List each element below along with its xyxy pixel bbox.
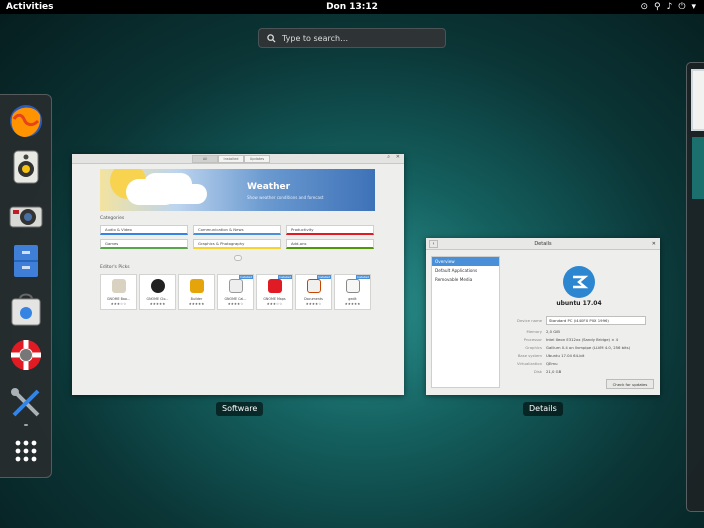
system-tray[interactable]: ⊙ ⚲ ♪ ⏻ ▾ <box>640 0 696 14</box>
window-label-software[interactable]: Software <box>216 402 264 416</box>
info-row: Processor Intel Xeon E312xx (Sandy Bridge… <box>523 337 619 342</box>
top-bar: Activities Don 13:12 ⊙ ⚲ ♪ ⏻ ▾ <box>0 0 704 14</box>
gedit-icon <box>346 279 360 293</box>
info-row: Disk 21,0 GB <box>533 369 562 374</box>
maps-icon <box>268 279 282 293</box>
builder-icon <box>190 279 204 293</box>
window-label-details[interactable]: Details <box>523 402 563 416</box>
clock-icon <box>151 279 165 293</box>
sidebar-item-removable-media[interactable]: Removable Media <box>432 275 499 284</box>
cloud-icon <box>126 179 178 205</box>
details-headerbar: ‹ Details ✕ <box>426 238 660 250</box>
category-productivity[interactable]: Productivity <box>286 225 374 235</box>
tab-installed[interactable]: Installed <box>218 155 244 163</box>
tab-updates[interactable]: Updates <box>244 155 270 163</box>
search-icon[interactable]: ⌕ <box>387 154 390 160</box>
info-row: Virtualization QEmu <box>516 361 558 366</box>
calendar-icon <box>229 279 243 293</box>
close-icon[interactable]: ✕ <box>396 154 400 160</box>
app-tile[interactable]: Installed GNOME Cal... ★★★★☆ <box>217 274 254 310</box>
details-window[interactable]: ‹ Details ✕ Overview Default Application… <box>426 238 660 395</box>
expand-categories-button[interactable] <box>234 255 242 261</box>
back-button[interactable]: ‹ <box>429 240 438 248</box>
app-tile[interactable]: Installed GNOME Maps ★★★☆☆ <box>256 274 293 310</box>
editors-picks-heading: Editor's Picks <box>100 265 130 270</box>
app-tile[interactable]: Installed Documents ★★★★☆ <box>295 274 332 310</box>
cheese-icon[interactable] <box>8 197 44 233</box>
app-tile[interactable]: Builder ★★★★★ <box>178 274 215 310</box>
banner-subtitle: Show weather conditions and forecast <box>247 195 324 200</box>
device-name-row: Device name <box>517 318 542 323</box>
window-title: Details <box>534 241 552 247</box>
search-placeholder: Type to search… <box>282 33 349 43</box>
close-icon[interactable]: ✕ <box>652 238 656 250</box>
help-icon[interactable] <box>8 337 44 373</box>
category-addons[interactable]: Add-ons <box>286 239 374 249</box>
categories-heading: Categories <box>100 216 125 221</box>
dash <box>0 94 52 478</box>
info-row: Memory 2,0 GiB <box>526 329 560 334</box>
banner-title: Weather <box>247 182 291 192</box>
chevron-down-icon[interactable]: ▾ <box>691 0 696 14</box>
volume-icon[interactable]: ♪ <box>667 0 673 14</box>
power-icon[interactable]: ⏻ <box>678 0 685 14</box>
workspace-switcher <box>686 62 704 512</box>
clock[interactable]: Don 13:12 <box>0 0 704 14</box>
tab-all[interactable]: All <box>192 155 218 163</box>
workspace-thumbnail[interactable] <box>692 137 704 199</box>
network-icon[interactable]: ⚲ <box>654 0 661 14</box>
category-communication[interactable]: Communication & News <box>193 225 281 235</box>
ubuntu-logo <box>563 266 595 298</box>
app-tile[interactable]: GNOME Boo... ★★★☆☆ <box>100 274 137 310</box>
check-updates-button[interactable]: Check for updates <box>606 379 654 389</box>
documents-icon <box>307 279 321 293</box>
details-sidebar: Overview Default Applications Removable … <box>431 256 500 388</box>
category-games[interactable]: Games <box>100 239 188 249</box>
os-name: ubuntu 17.04 <box>556 300 602 307</box>
info-row: Graphics Gallium 0.4 on llvmpipe (LLVM 4.… <box>525 345 631 350</box>
rhythmbox-icon[interactable] <box>8 149 44 185</box>
book-icon <box>112 279 126 293</box>
app-tile[interactable]: Installed gedit ★★★★★ <box>334 274 371 310</box>
running-indicator <box>24 424 28 426</box>
accessibility-icon[interactable]: ⊙ <box>640 0 648 14</box>
category-audio-video[interactable]: Audio & Video <box>100 225 188 235</box>
files-icon[interactable] <box>8 243 44 279</box>
sidebar-item-default-apps[interactable]: Default Applications <box>432 266 499 275</box>
workspace-thumbnail-active[interactable] <box>691 69 704 131</box>
device-name-field[interactable]: Standard PC (i440FX PIIX 1996) <box>546 316 646 325</box>
search-icon <box>267 33 276 43</box>
software-icon[interactable] <box>8 291 44 327</box>
category-graphics[interactable]: Graphics & Photography <box>193 239 281 249</box>
app-tile[interactable]: GNOME Clo... ★★★★★ <box>139 274 176 310</box>
show-apps-icon[interactable] <box>8 433 44 469</box>
software-headerbar: All Installed Updates ⌕ ✕ <box>72 154 404 164</box>
sidebar-item-overview[interactable]: Overview <box>432 257 499 266</box>
featured-banner[interactable]: Weather Show weather conditions and fore… <box>100 169 375 211</box>
software-window[interactable]: All Installed Updates ⌕ ✕ Weather Show w… <box>72 154 404 395</box>
settings-icon[interactable] <box>8 385 44 421</box>
info-row: Base system Ubuntu 17.04 64-bit <box>517 353 585 358</box>
firefox-icon[interactable] <box>8 103 44 139</box>
search-input[interactable]: Type to search… <box>258 28 446 48</box>
